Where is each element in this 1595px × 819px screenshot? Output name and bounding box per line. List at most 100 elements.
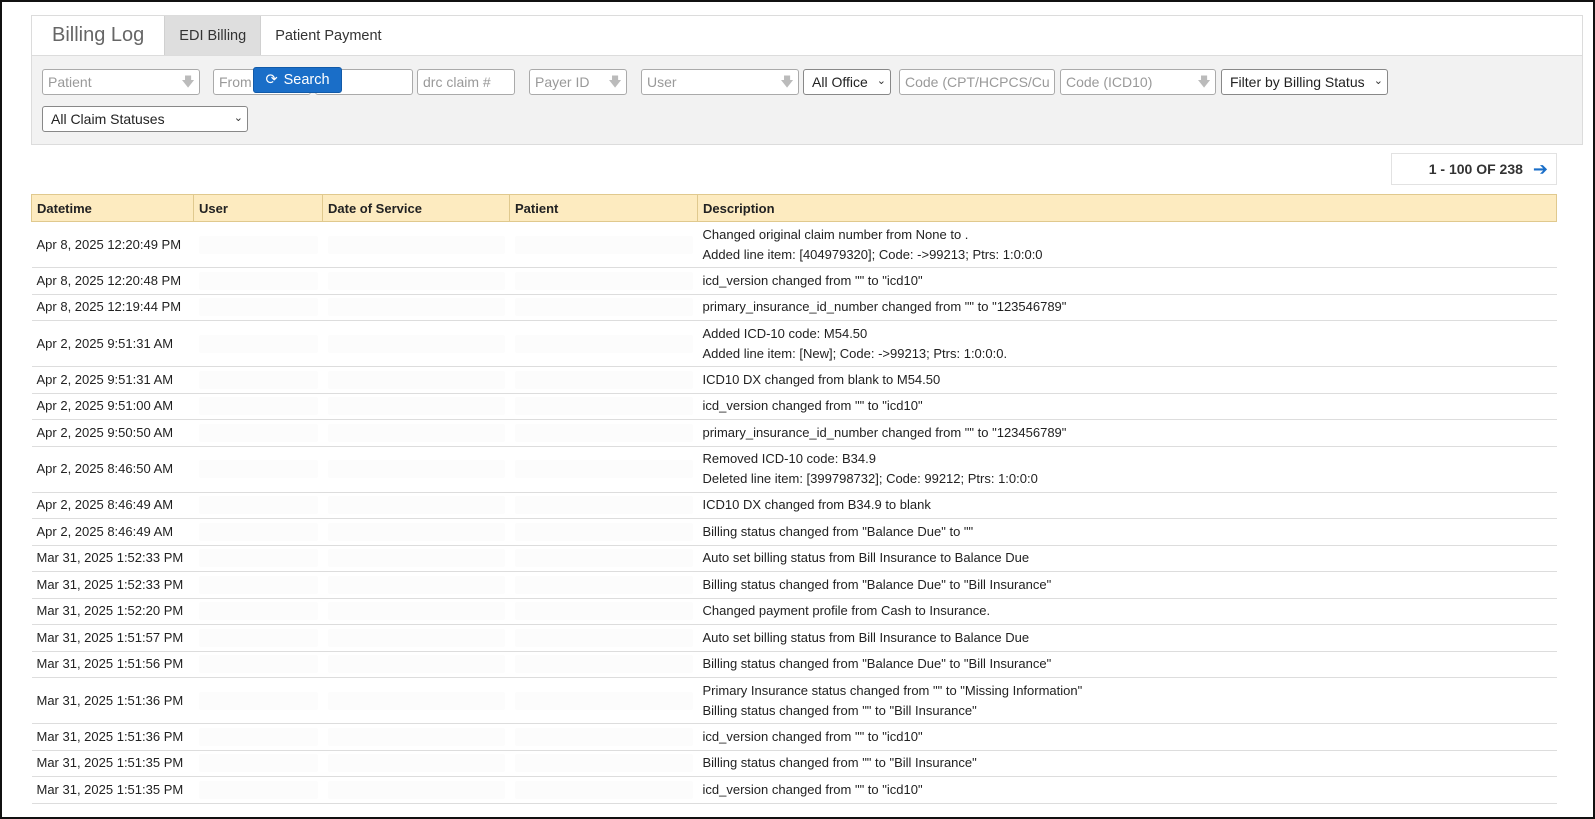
redacted-value (327, 727, 505, 746)
redacted-value (198, 691, 318, 710)
cell-date-of-service (322, 545, 510, 572)
cell-description: Billing status changed from "Balance Due… (697, 651, 1557, 678)
user-input[interactable]: User 🡇 (641, 69, 799, 95)
cell-patient (509, 598, 698, 625)
column-header-user[interactable]: User (193, 194, 323, 222)
arrow-right-icon[interactable]: ➔ (1533, 159, 1548, 180)
cell-user (193, 419, 323, 447)
table-row[interactable]: Apr 8, 2025 12:20:49 PM Changed original … (31, 221, 1557, 268)
cell-description: Billing status changed from "Balance Due… (697, 518, 1557, 546)
office-select[interactable]: All Office ⌄ (803, 69, 891, 95)
search-button[interactable]: ⟳ Search (253, 67, 342, 93)
cell-datetime: Mar 31, 2025 1:51:56 PM (31, 651, 194, 678)
redacted-value (327, 298, 505, 317)
cell-datetime: Apr 2, 2025 9:50:50 AM (31, 419, 194, 447)
column-header-description[interactable]: Description (697, 194, 1557, 222)
redacted-value (514, 370, 693, 389)
table-row[interactable]: Apr 8, 2025 12:20:48 PM icd_version chang… (31, 267, 1557, 295)
cell-description: Primary Insurance status changed from ""… (697, 677, 1557, 724)
table-row[interactable]: Mar 31, 2025 1:51:36 PM Primary Insurance… (31, 677, 1557, 724)
redacted-value (514, 628, 693, 647)
table-row[interactable]: Apr 2, 2025 9:50:50 AM primary_insurance_… (31, 419, 1557, 447)
table-row[interactable]: Mar 31, 2025 1:51:35 PM Billing status ch… (31, 750, 1557, 777)
redacted-value (327, 691, 505, 710)
redacted-value (198, 397, 318, 416)
chevron-down-icon: ⌄ (876, 75, 886, 87)
cell-patient (509, 518, 698, 546)
code-cpt-input[interactable]: Code (CPT/HCPCS/Cu (899, 69, 1055, 95)
cell-patient (509, 221, 698, 268)
redacted-value (198, 370, 318, 389)
table-row[interactable]: Apr 2, 2025 8:46:50 AM Removed ICD-10 cod… (31, 446, 1557, 493)
redacted-value (327, 549, 505, 568)
cell-patient (509, 750, 698, 777)
table-row[interactable]: Mar 31, 2025 1:51:57 PM Auto set billing … (31, 624, 1557, 652)
code-icd10-input[interactable]: Code (ICD10) 🡇 (1060, 69, 1216, 95)
payer-id-input[interactable]: Payer ID 🡇 (529, 69, 627, 95)
redacted-value (198, 522, 318, 541)
redacted-value (327, 602, 505, 621)
tab-edi-billing[interactable]: EDI Billing (164, 16, 262, 55)
patient-input-placeholder: Patient (48, 74, 92, 90)
cell-description: Billing status changed from "" to "Bill … (697, 750, 1557, 777)
cell-user (193, 750, 323, 777)
cell-datetime: Apr 2, 2025 8:46:50 AM (31, 446, 194, 493)
cell-datetime: Apr 2, 2025 9:51:00 AM (31, 393, 194, 420)
table-row[interactable]: Apr 2, 2025 8:46:49 AM Billing status cha… (31, 518, 1557, 546)
table-row[interactable]: Apr 8, 2025 12:19:44 PM primary_insurance… (31, 294, 1557, 321)
cell-description: icd_version changed from "" to "icd10" (697, 723, 1557, 751)
redacted-value (514, 522, 693, 541)
cell-datetime: Apr 8, 2025 12:19:44 PM (31, 294, 194, 321)
redacted-value (198, 496, 318, 515)
claim-status-select[interactable]: All Claim Statuses ⌄ (42, 106, 248, 132)
column-header-datetime[interactable]: Datetime (31, 194, 194, 222)
redacted-value (514, 691, 693, 710)
table-row[interactable]: Mar 31, 2025 1:51:56 PM Billing status ch… (31, 651, 1557, 678)
table-row[interactable]: Mar 31, 2025 1:52:33 PM Billing status ch… (31, 571, 1557, 599)
redacted-value (514, 334, 693, 353)
redacted-value (327, 397, 505, 416)
cell-date-of-service (322, 446, 510, 493)
redacted-value (327, 780, 505, 799)
cell-user (193, 545, 323, 572)
cell-description: ICD10 DX changed from B34.9 to blank (697, 492, 1557, 519)
office-select-value: All Office (812, 74, 868, 90)
cell-user (193, 492, 323, 519)
billing-status-select[interactable]: Filter by Billing Status ⌄ (1221, 69, 1388, 95)
redacted-value (514, 602, 693, 621)
description-line: primary_insurance_id_number changed from… (702, 424, 1067, 440)
cell-datetime: Mar 31, 2025 1:52:20 PM (31, 598, 194, 625)
table-row[interactable]: Mar 31, 2025 1:52:33 PM Auto set billing … (31, 545, 1557, 572)
redacted-value (514, 754, 693, 773)
cell-user (193, 393, 323, 420)
table-row[interactable]: Apr 2, 2025 9:51:00 AM icd_version change… (31, 393, 1557, 420)
table-row[interactable]: Apr 2, 2025 9:51:31 AM ICD10 DX changed f… (31, 366, 1557, 394)
table-row[interactable]: Apr 2, 2025 9:51:31 AM Added ICD-10 code:… (31, 320, 1557, 367)
table-row[interactable]: Apr 2, 2025 8:46:49 AM ICD10 DX changed f… (31, 492, 1557, 519)
patient-input[interactable]: Patient 🡇 (42, 69, 200, 95)
table-row[interactable]: Mar 31, 2025 1:51:35 PM icd_version chang… (31, 776, 1557, 804)
redacted-value (514, 496, 693, 515)
cell-date-of-service (322, 294, 510, 321)
cell-patient (509, 294, 698, 321)
redacted-value (514, 235, 693, 254)
description-line: icd_version changed from "" to "icd10" (702, 781, 923, 797)
table-row[interactable]: Mar 31, 2025 1:52:20 PM Changed payment p… (31, 598, 1557, 625)
description-line: ICD10 DX changed from blank to M54.50 (702, 371, 941, 387)
column-header-date-of-service[interactable]: Date of Service (322, 194, 510, 222)
description-line: Billing status changed from "" to "Bill … (702, 702, 977, 718)
cell-patient (509, 624, 698, 652)
claim-number-input[interactable]: drc claim # (417, 69, 515, 95)
cell-datetime: Apr 2, 2025 9:51:31 AM (31, 320, 194, 367)
cell-date-of-service (322, 393, 510, 420)
cell-date-of-service (322, 598, 510, 625)
table-row[interactable]: Mar 31, 2025 1:51:36 PM icd_version chang… (31, 723, 1557, 751)
cell-patient (509, 320, 698, 367)
tab-patient-payment[interactable]: Patient Payment (261, 16, 395, 55)
redacted-value (327, 235, 505, 254)
description-line: Billing status changed from "Balance Due… (702, 576, 1052, 592)
column-header-patient[interactable]: Patient (509, 194, 698, 222)
description-line: Deleted line item: [399798732]; Code: 99… (702, 471, 1038, 486)
cell-user (193, 776, 323, 804)
tab-bar: Billing Log EDI Billing Patient Payment (32, 16, 1582, 56)
